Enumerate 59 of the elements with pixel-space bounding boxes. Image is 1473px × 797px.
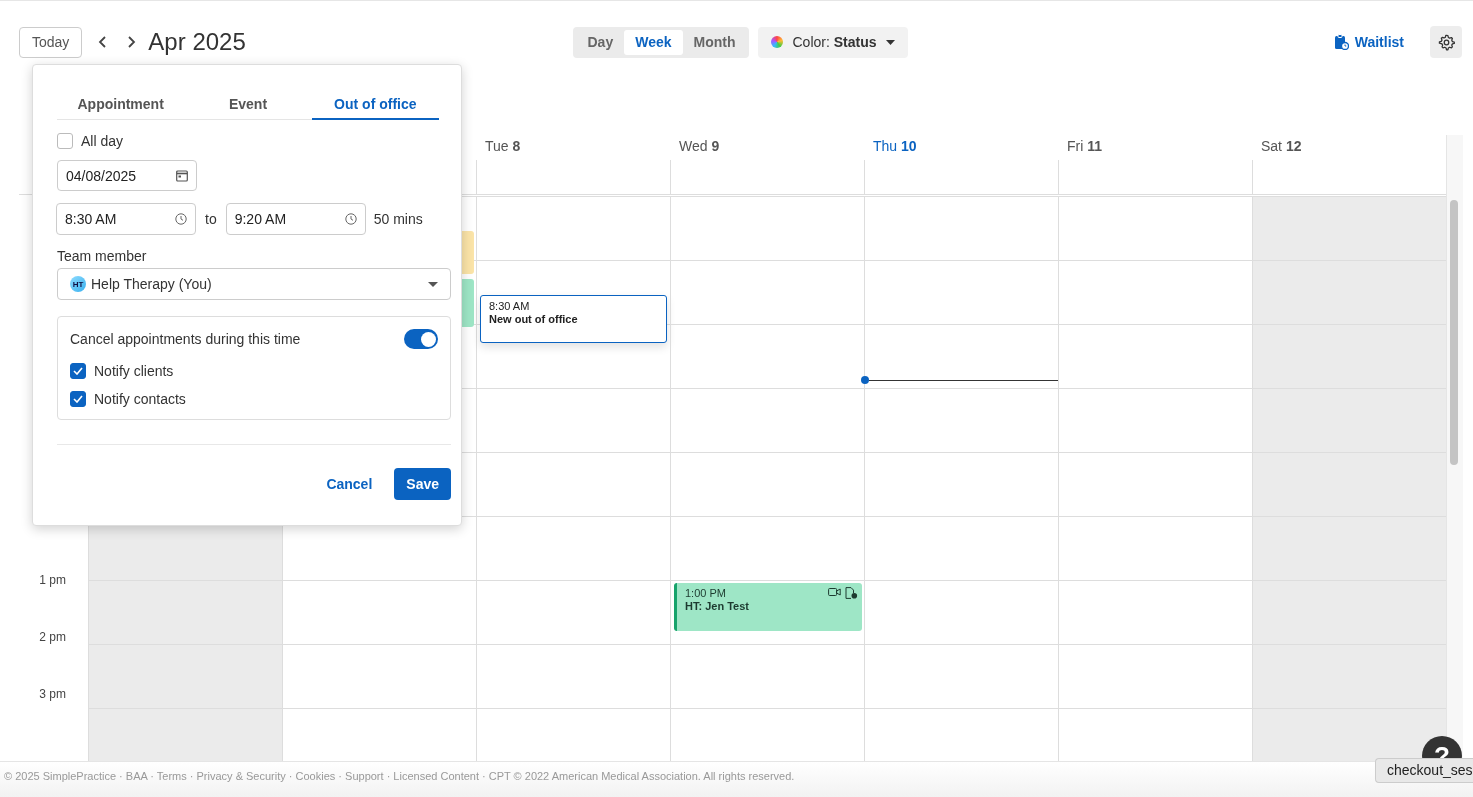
scrollbar-thumb[interactable]	[1450, 200, 1458, 465]
caret-icon	[885, 39, 895, 45]
tab[interactable]: Event	[184, 89, 312, 120]
calendar-icon	[176, 169, 188, 182]
color-filter-button[interactable]: Color: Status	[758, 26, 908, 58]
view-tab[interactable]: Week	[624, 29, 683, 55]
caret-icon	[428, 281, 438, 287]
video-camera-icon	[828, 587, 841, 597]
range-separator: to	[205, 211, 217, 227]
event-time: 8:30 AM	[489, 300, 530, 313]
avatar-initials: HT	[70, 276, 86, 292]
view-tab[interactable]: Day	[576, 29, 625, 55]
color-wheel-icon	[771, 36, 784, 48]
draft-event[interactable]: 8:30 AM New out of office	[480, 295, 667, 343]
save-button[interactable]: Save	[394, 468, 451, 500]
event-time: 1:00 PM	[685, 587, 726, 600]
checkbox[interactable]	[70, 391, 86, 407]
day-header[interactable]: Thu 10	[873, 138, 917, 154]
day-header[interactable]: Sat 12	[1261, 138, 1302, 154]
checkbox-label: All day	[81, 133, 124, 149]
day-header[interactable]: Wed 9	[679, 138, 720, 154]
cancel-button[interactable]: Cancel	[320, 475, 379, 493]
settings-button[interactable]	[1430, 26, 1462, 58]
hour-label: 3 pm	[38, 687, 66, 701]
check-icon	[73, 395, 83, 403]
team-member-select[interactable]: HT Help Therapy (You)	[57, 268, 451, 300]
today-button[interactable]: Today	[19, 26, 83, 58]
toggle-switch[interactable]	[404, 329, 438, 349]
view-tab[interactable]: Month	[682, 29, 747, 55]
time-field[interactable]: 8:30 AM	[56, 203, 196, 235]
appointment-event[interactable]: 1:00 PM HT: Jen Test	[674, 583, 862, 631]
clock-icon	[344, 213, 357, 225]
duration-text: 50 mins	[373, 211, 423, 227]
checkbox[interactable]	[57, 133, 73, 149]
tab[interactable]: Appointment	[57, 89, 185, 120]
tooltip: checkout_ses	[1375, 758, 1473, 783]
check-icon	[73, 367, 83, 375]
day-header[interactable]: Fri 11	[1067, 138, 1103, 154]
footer-text: © 2025 SimplePractice · BAA · Terms · Privacy & Security · Cookies · Support · Licensed Content · CPT © 2022 American Medical Association. All rights reserved.	[4, 770, 795, 782]
waitlist-button[interactable]: Waitlist	[1327, 33, 1410, 51]
event-title: HT: Jen Test	[685, 600, 749, 613]
document-icon	[845, 587, 858, 599]
current-time-dot	[861, 376, 869, 385]
day-header[interactable]: Tue 8	[485, 138, 521, 154]
hour-label: 1 pm	[38, 573, 66, 587]
toggle-label: Cancel appointments during this time	[70, 331, 301, 347]
checkbox-label: Notify contacts	[94, 391, 186, 407]
checkbox-label: Notify clients	[94, 363, 174, 379]
month-title: Apr 2025	[148, 28, 246, 56]
clock-icon	[175, 213, 187, 225]
event-title: New out of office	[489, 313, 578, 326]
checkbox[interactable]	[70, 363, 86, 379]
hour-label: 2 pm	[38, 630, 66, 644]
date-field[interactable]: 04/08/2025	[57, 160, 197, 191]
settings-icon	[1437, 33, 1455, 51]
tab[interactable]: Out of office	[311, 89, 439, 120]
clipboard-clock-icon	[1333, 34, 1349, 50]
time-field[interactable]: 9:20 AM	[225, 203, 366, 235]
field-label: Team member	[57, 248, 147, 264]
